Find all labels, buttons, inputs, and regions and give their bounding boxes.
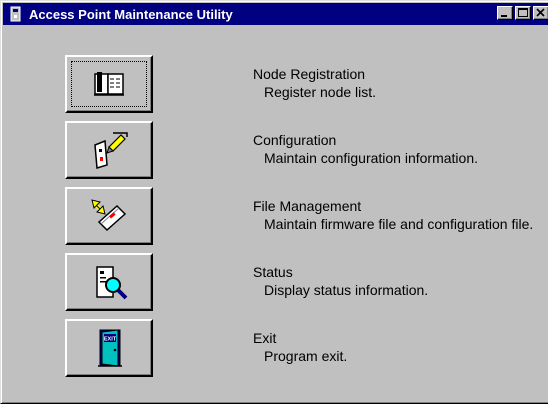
minimize-icon bbox=[501, 15, 507, 17]
book-icon bbox=[94, 72, 124, 96]
exit-sign-text: EXIT bbox=[104, 337, 117, 343]
exit-button[interactable]: EXIT bbox=[65, 319, 153, 377]
menu-item-status: Status Display status information. bbox=[65, 253, 428, 311]
main-window: Access Point Maintenance Utility Node Re… bbox=[0, 0, 548, 404]
item-description: Display status information. bbox=[264, 282, 429, 298]
configuration-label: Configuration Maintain configuration inf… bbox=[253, 131, 548, 167]
maximize-button[interactable] bbox=[515, 6, 531, 20]
node-registration-label: Node Registration Register node list. bbox=[253, 65, 548, 101]
magnifier-icon bbox=[96, 266, 128, 300]
app-icon bbox=[10, 6, 21, 22]
menu-item-exit: EXIT Exit Program exit. bbox=[65, 319, 347, 377]
menu-item-node-registration: Node Registration Register node list. bbox=[65, 55, 376, 113]
file-management-button[interactable] bbox=[65, 187, 153, 245]
item-description: Program exit. bbox=[264, 348, 348, 364]
file-management-label: File Management Maintain firmware file a… bbox=[253, 197, 548, 233]
menu-item-file-management: File Management Maintain firmware file a… bbox=[65, 187, 533, 245]
item-title: File Management bbox=[253, 198, 362, 214]
item-description: Maintain firmware file and configuration… bbox=[264, 216, 534, 232]
window-title: Access Point Maintenance Utility bbox=[29, 6, 233, 22]
node-registration-button[interactable] bbox=[65, 55, 153, 113]
minimize-button[interactable] bbox=[497, 6, 513, 20]
item-title: Node Registration bbox=[253, 66, 366, 82]
configuration-icon bbox=[94, 132, 128, 169]
item-description: Register node list. bbox=[264, 84, 377, 100]
maximize-icon bbox=[518, 8, 528, 17]
item-title: Exit bbox=[253, 330, 277, 346]
menu-item-configuration: Configuration Maintain configuration inf… bbox=[65, 121, 478, 179]
exit-door-icon: EXIT bbox=[98, 329, 122, 367]
close-icon bbox=[536, 8, 545, 17]
item-title: Status bbox=[253, 264, 293, 280]
file-transfer-icon bbox=[91, 199, 127, 232]
window-controls bbox=[497, 6, 548, 20]
status-label: Status Display status information. bbox=[253, 263, 548, 299]
configuration-button[interactable] bbox=[65, 121, 153, 179]
status-button[interactable] bbox=[65, 253, 153, 311]
exit-label: Exit Program exit. bbox=[253, 329, 548, 365]
item-description: Maintain configuration information. bbox=[264, 150, 479, 166]
client-area: Node Registration Register node list. Co… bbox=[5, 27, 543, 399]
close-button[interactable] bbox=[533, 6, 548, 20]
title-bar[interactable]: Access Point Maintenance Utility bbox=[3, 3, 548, 25]
item-title: Configuration bbox=[253, 132, 337, 148]
